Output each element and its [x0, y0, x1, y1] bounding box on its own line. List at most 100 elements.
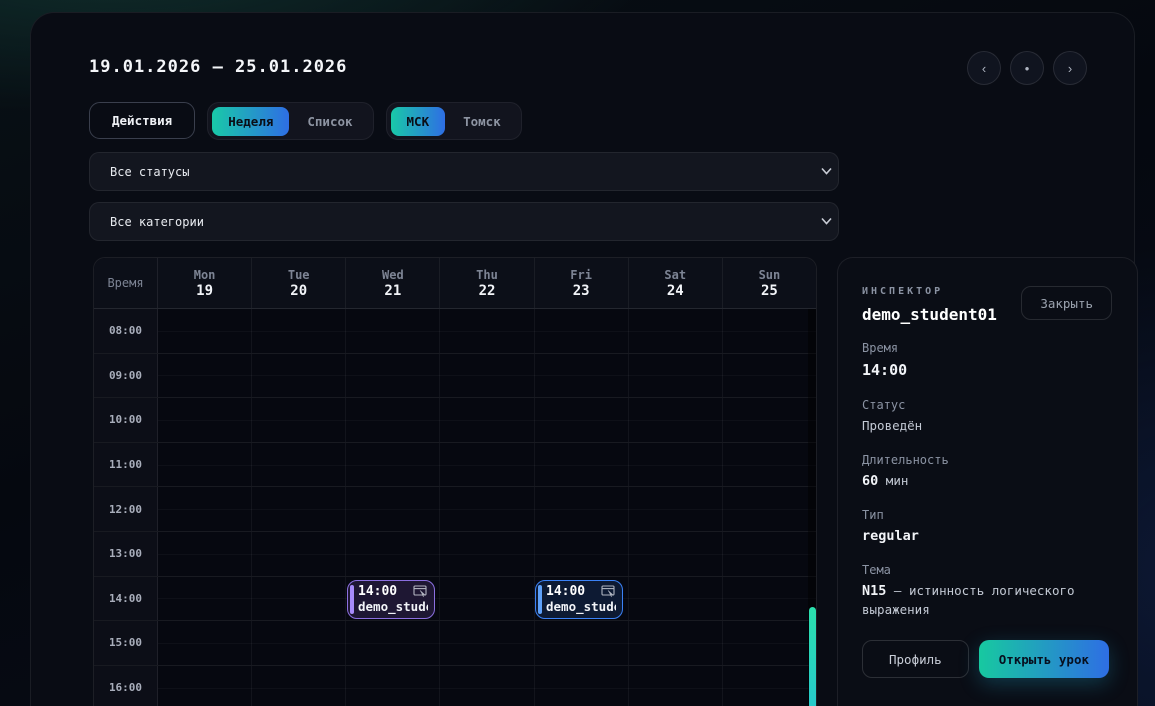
- calendar-cell[interactable]: [723, 309, 816, 353]
- calendar-cell[interactable]: [535, 532, 629, 576]
- calendar-cell[interactable]: [440, 398, 534, 442]
- event-time: 14:00: [546, 584, 585, 599]
- hour-row-0800: 08:00: [94, 309, 816, 354]
- calendar-cell[interactable]: [158, 309, 252, 353]
- calendar-cell[interactable]: [346, 666, 440, 706]
- calendar-cell[interactable]: [158, 354, 252, 398]
- calendar-cell[interactable]: [723, 443, 816, 487]
- calendar-cell[interactable]: [158, 577, 252, 621]
- time-label: 08:00: [94, 309, 158, 353]
- field-type: Тип regular: [862, 508, 1113, 546]
- field-time: Время 14:00: [862, 341, 1113, 381]
- calendar-cell[interactable]: [252, 398, 346, 442]
- calendar-cell[interactable]: [440, 621, 534, 665]
- time-label: 16:00: [94, 666, 158, 706]
- calendar-cell[interactable]: [629, 577, 723, 621]
- calendar-cell[interactable]: [723, 532, 816, 576]
- time-label: 10:00: [94, 398, 158, 442]
- calendar-cell[interactable]: [440, 487, 534, 531]
- calendar-cell[interactable]: [629, 354, 723, 398]
- today-button[interactable]: •: [1010, 51, 1044, 85]
- calendar-cell[interactable]: [535, 309, 629, 353]
- calendar-cell[interactable]: [440, 354, 534, 398]
- next-week-button[interactable]: ›: [1053, 51, 1087, 85]
- tz-msk-button[interactable]: МСК: [391, 107, 446, 136]
- day-header-sun: Sun 25: [723, 258, 816, 308]
- calendar-cell[interactable]: [723, 487, 816, 531]
- calendar-cell[interactable]: [629, 443, 723, 487]
- actions-button[interactable]: Действия: [89, 102, 195, 139]
- calendar-cell[interactable]: [723, 621, 816, 665]
- calendar-cell[interactable]: [252, 443, 346, 487]
- calendar-cell[interactable]: [252, 532, 346, 576]
- calendar-cell[interactable]: [440, 309, 534, 353]
- hour-row-1600: 16:00: [94, 666, 816, 706]
- calendar-cell[interactable]: [535, 354, 629, 398]
- calendar-cell[interactable]: [723, 577, 816, 621]
- day-header-thu: Thu 22: [440, 258, 534, 308]
- calendar-cell[interactable]: [252, 487, 346, 531]
- status-filter-select[interactable]: Все статусы: [89, 152, 839, 191]
- calendar-cell[interactable]: [346, 398, 440, 442]
- time-label: 12:00: [94, 487, 158, 531]
- calendar-cell[interactable]: [346, 309, 440, 353]
- calendar-cell[interactable]: [252, 666, 346, 706]
- calendar-cell[interactable]: [346, 487, 440, 531]
- calendar-cell[interactable]: [440, 666, 534, 706]
- calendar-cell[interactable]: [346, 532, 440, 576]
- calendar-cell[interactable]: [629, 309, 723, 353]
- calendar-cell[interactable]: [158, 398, 252, 442]
- calendar-cell[interactable]: [535, 621, 629, 665]
- calendar-cell[interactable]: [535, 443, 629, 487]
- calendar-cell[interactable]: [440, 532, 534, 576]
- calendar-cell[interactable]: [158, 621, 252, 665]
- calendar-scrollbar-thumb[interactable]: [809, 607, 816, 706]
- calendar-scrollbar-track[interactable]: [808, 309, 816, 706]
- view-list-button[interactable]: Список: [291, 107, 368, 136]
- calendar-cell[interactable]: [158, 443, 252, 487]
- calendar-cell[interactable]: [252, 354, 346, 398]
- calendar-cell[interactable]: [346, 443, 440, 487]
- calendar-cell[interactable]: [629, 666, 723, 706]
- day-header-sat: Sat 24: [629, 258, 723, 308]
- screen-window-cursor-icon: [413, 585, 428, 598]
- time-label: 14:00: [94, 577, 158, 621]
- time-label: 13:00: [94, 532, 158, 576]
- day-header-mon: Mon 19: [158, 258, 252, 308]
- calendar-cell[interactable]: [346, 354, 440, 398]
- lesson-details-panel: ИНСПЕКТОР demo_student01 Закрыть Время 1…: [837, 257, 1138, 706]
- calendar-cell[interactable]: [158, 532, 252, 576]
- calendar-cell[interactable]: [440, 577, 534, 621]
- calendar-cell[interactable]: [252, 621, 346, 665]
- calendar-cell[interactable]: [535, 487, 629, 531]
- open-lesson-button[interactable]: Открыть урок: [979, 640, 1109, 678]
- profile-button[interactable]: Профиль: [862, 640, 969, 678]
- calendar-cell[interactable]: [252, 309, 346, 353]
- close-button[interactable]: Закрыть: [1021, 286, 1112, 320]
- calendar-cell[interactable]: [723, 666, 816, 706]
- calendar-cell[interactable]: [535, 398, 629, 442]
- time-column-header: Время: [94, 258, 158, 308]
- calendar-cell[interactable]: [723, 354, 816, 398]
- time-label: 11:00: [94, 443, 158, 487]
- time-label: 09:00: [94, 354, 158, 398]
- lesson-event-fri-1400[interactable]: 14:00 demo_student01: [535, 580, 623, 619]
- prev-week-button[interactable]: ‹: [967, 51, 1001, 85]
- calendar-cell[interactable]: [346, 621, 440, 665]
- lesson-event-wed-1400[interactable]: 14:00 demo_student01: [347, 580, 435, 619]
- category-filter-select[interactable]: Все категории: [89, 202, 839, 241]
- calendar-cell[interactable]: [440, 443, 534, 487]
- calendar-cell[interactable]: [158, 487, 252, 531]
- calendar-cell[interactable]: [629, 398, 723, 442]
- day-header-wed: Wed 21: [346, 258, 440, 308]
- calendar-cell[interactable]: [723, 398, 816, 442]
- calendar-cell[interactable]: [158, 666, 252, 706]
- calendar-cell[interactable]: [629, 487, 723, 531]
- calendar-cell[interactable]: [629, 532, 723, 576]
- calendar-cell[interactable]: [252, 577, 346, 621]
- field-topic: Тема N15 — истинность логического выраже…: [862, 563, 1113, 618]
- view-week-button[interactable]: Неделя: [212, 107, 289, 136]
- calendar-cell[interactable]: [629, 621, 723, 665]
- calendar-cell[interactable]: [535, 666, 629, 706]
- tz-tomsk-button[interactable]: Томск: [447, 107, 517, 136]
